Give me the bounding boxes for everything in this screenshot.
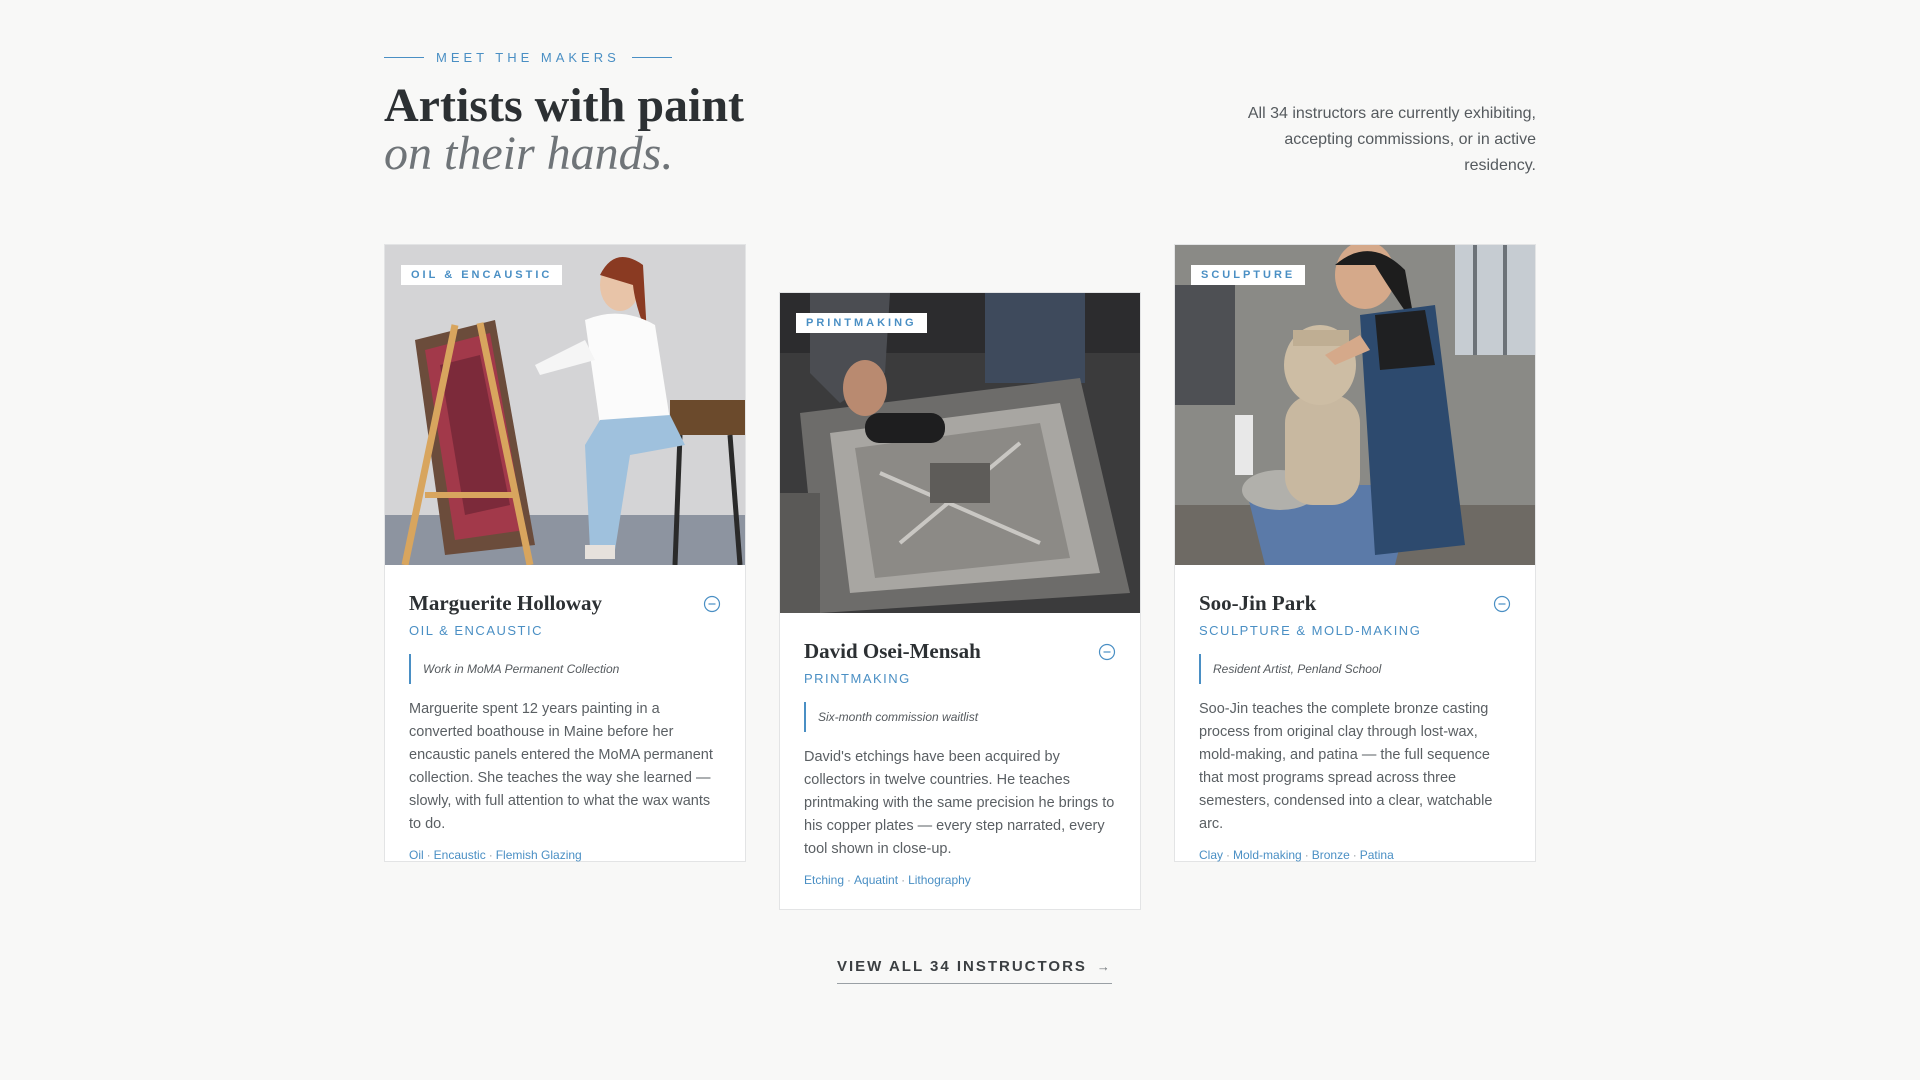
card-body: Soo-Jin Park SCULPTURE & MOLD-MAKING Res… bbox=[1175, 565, 1535, 862]
instructors-section: MEET THE MAKERS Artists with paint on th… bbox=[0, 0, 1920, 1080]
instructor-credential: Six-month commission waitlist bbox=[804, 702, 1116, 732]
instructor-credential: Work in MoMA Permanent Collection bbox=[409, 654, 721, 684]
expand-info-icon[interactable] bbox=[703, 595, 721, 613]
expand-info-icon[interactable] bbox=[1098, 643, 1116, 661]
category-tag: PRINTMAKING bbox=[796, 313, 927, 333]
instructor-bio: David's etchings have been acquired by c… bbox=[804, 749, 1115, 857]
skill-list: Etching · Aquatint · Lithography bbox=[804, 873, 1116, 887]
instructor-name: David Osei-Mensah bbox=[804, 639, 981, 663]
name-row: David Osei-Mensah bbox=[804, 639, 1116, 664]
expand-info-icon[interactable] bbox=[1493, 595, 1511, 613]
name-row: Soo-Jin Park bbox=[1199, 591, 1511, 616]
section-intro: All 34 instructors are currently exhibit… bbox=[1247, 105, 1536, 174]
skill-link[interactable]: Oil bbox=[409, 848, 424, 862]
category-tag: SCULPTURE bbox=[1191, 265, 1306, 285]
instructor-bio: Soo-Jin teaches the complete bronze cast… bbox=[1199, 701, 1493, 832]
category-tag: OIL & ENCAUSTIC bbox=[401, 265, 563, 285]
instructor-discipline: OIL & ENCAUSTIC bbox=[409, 623, 543, 638]
separator: · bbox=[1352, 848, 1357, 862]
cta-label: VIEW ALL 34 INSTRUCTORS bbox=[837, 958, 1087, 975]
instructor-discipline: SCULPTURE & MOLD-MAKING bbox=[1199, 623, 1422, 638]
instructor-card[interactable]: OIL & ENCAUSTIC Marguerite Holloway OIL … bbox=[384, 244, 746, 862]
name-row: Marguerite Holloway bbox=[409, 591, 721, 616]
instructor-name: Marguerite Holloway bbox=[409, 591, 603, 615]
instructor-credential: Resident Artist, Penland School bbox=[1199, 654, 1511, 684]
view-all-instructors-link[interactable]: VIEW ALL 34 INSTRUCTORS → bbox=[837, 958, 1112, 984]
skill-list: Clay · Mold-making · Bronze · Patina bbox=[1199, 848, 1511, 862]
instructor-card[interactable]: SCULPTURE Soo-Jin Park SCULPTURE & MOLD-… bbox=[1174, 244, 1536, 862]
skill-link[interactable]: Patina bbox=[1360, 848, 1394, 862]
instructor-bio: Marguerite spent 12 years painting in a … bbox=[409, 701, 713, 832]
instructor-card[interactable]: PRINTMAKING David Osei-Mensah PRINTMAKIN… bbox=[779, 292, 1141, 910]
skill-link[interactable]: Lithography bbox=[908, 873, 971, 887]
skill-link[interactable]: Bronze bbox=[1312, 848, 1350, 862]
card-body: Marguerite Holloway OIL & ENCAUSTIC Work… bbox=[385, 565, 745, 862]
skill-link[interactable]: Etching bbox=[804, 873, 844, 887]
instructor-photo-painter: OIL & ENCAUSTIC bbox=[385, 245, 745, 565]
section-eyebrow: MEET THE MAKERS bbox=[384, 50, 672, 65]
instructor-name: Soo-Jin Park bbox=[1199, 591, 1317, 615]
separator: · bbox=[426, 848, 431, 862]
instructor-discipline: PRINTMAKING bbox=[804, 671, 911, 686]
eyebrow-rule-right bbox=[631, 57, 672, 58]
instructor-photo-sculptor: SCULPTURE bbox=[1175, 245, 1535, 565]
separator: · bbox=[1226, 848, 1231, 862]
eyebrow-label: MEET THE MAKERS bbox=[436, 50, 620, 65]
painter-photo-illustration bbox=[385, 245, 745, 565]
skill-link[interactable]: Clay bbox=[1199, 848, 1223, 862]
skill-link[interactable]: Flemish Glazing bbox=[496, 848, 582, 862]
skill-link[interactable]: Mold-making bbox=[1233, 848, 1302, 862]
printmaker-photo-illustration bbox=[780, 293, 1140, 613]
separator: · bbox=[847, 873, 852, 887]
card-body: David Osei-Mensah PRINTMAKING Six-month … bbox=[780, 613, 1140, 887]
sculptor-photo-illustration bbox=[1175, 245, 1535, 565]
skill-link[interactable]: Aquatint bbox=[854, 873, 898, 887]
instructor-photo-printmaker: PRINTMAKING bbox=[780, 293, 1140, 613]
section-title: Artists with paint bbox=[384, 79, 745, 132]
arrow-right-icon: → bbox=[1096, 959, 1112, 974]
separator: · bbox=[1304, 848, 1309, 862]
section-subtitle: on their hands. bbox=[384, 127, 674, 180]
skill-link[interactable]: Encaustic bbox=[434, 848, 486, 862]
eyebrow-rule-left bbox=[384, 57, 424, 58]
skill-list: Oil · Encaustic · Flemish Glazing bbox=[409, 848, 721, 862]
separator: · bbox=[488, 848, 493, 862]
separator: · bbox=[901, 873, 906, 887]
